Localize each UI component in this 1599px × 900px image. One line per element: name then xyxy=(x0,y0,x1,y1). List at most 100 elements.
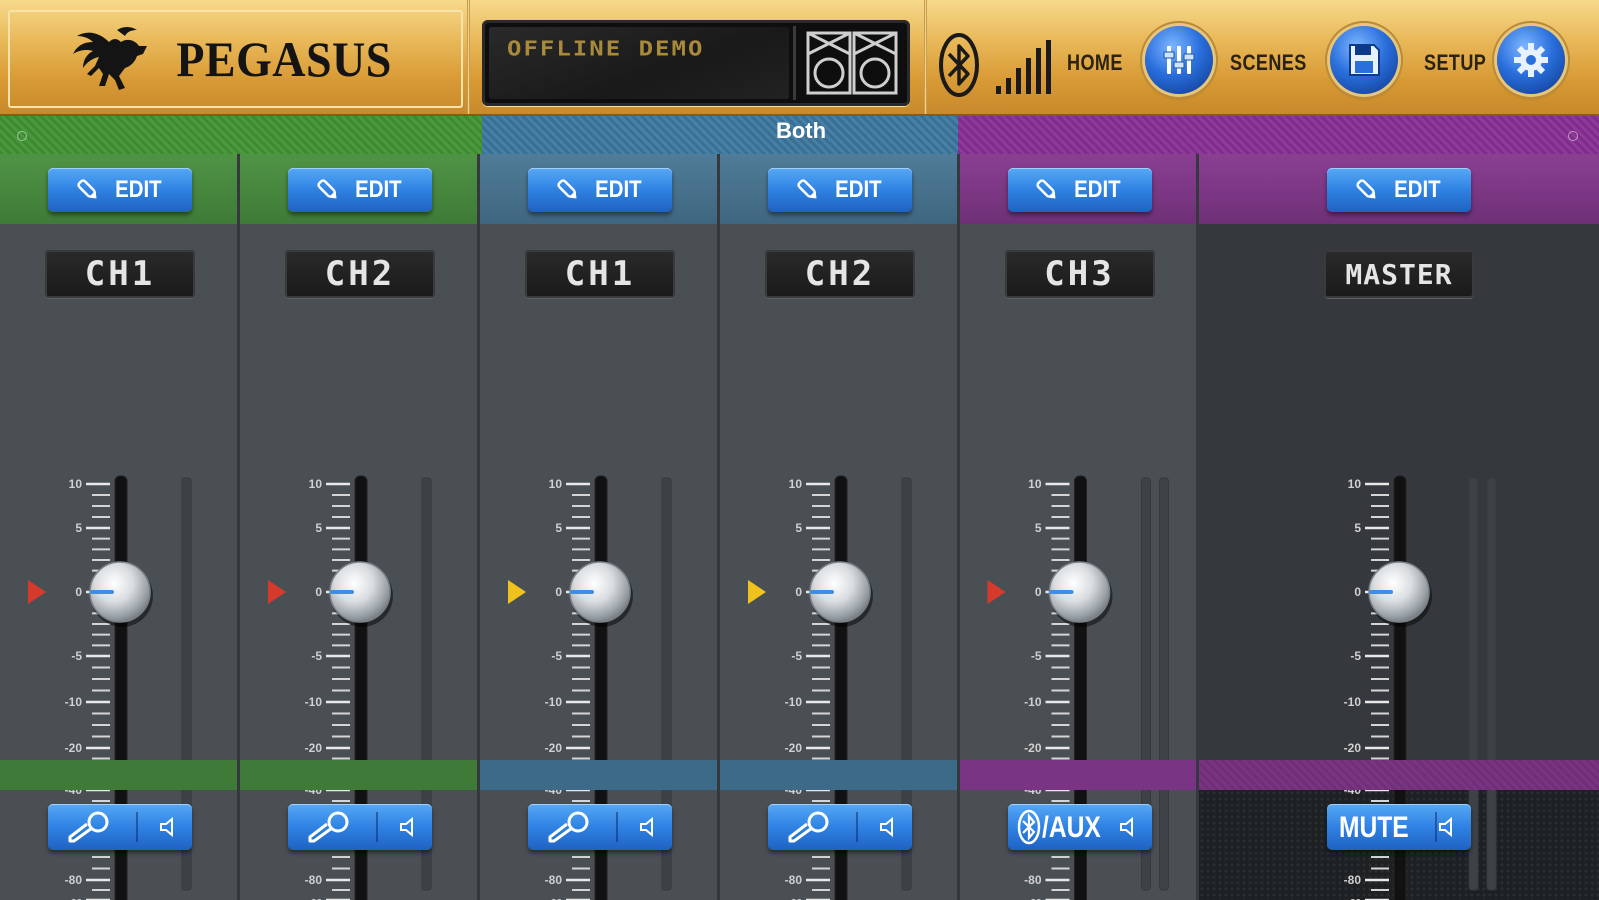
group-bar-blue[interactable] xyxy=(482,116,958,154)
brand-name: PEGASUS xyxy=(176,31,393,87)
scale-label: -10 xyxy=(545,695,563,709)
channel-group-band xyxy=(480,760,717,790)
scale-label: -oo xyxy=(308,896,322,900)
speaker-icon xyxy=(400,816,413,838)
channel-name: CH1 xyxy=(525,250,675,298)
scale-label: -10 xyxy=(65,695,83,709)
scale-label: 10 xyxy=(789,477,803,491)
fader-knob[interactable] xyxy=(89,561,153,627)
scale-label: 10 xyxy=(549,477,563,491)
group-bar-green[interactable] xyxy=(0,116,482,154)
unity-marker-icon xyxy=(987,580,1006,604)
scale-label: -oo xyxy=(788,896,802,900)
edit-button[interactable]: EDIT xyxy=(1327,168,1471,212)
scale-label: -oo xyxy=(68,896,82,900)
input-mode-button[interactable] xyxy=(288,804,432,850)
channel-name: CH1 xyxy=(45,250,195,298)
fader-knob[interactable] xyxy=(1368,561,1432,627)
channel-group-band xyxy=(1199,760,1599,790)
group-linked-label: Both xyxy=(775,118,827,143)
scale-label: -20 xyxy=(1344,741,1362,755)
channel-strip: EDITCH31050-5-10-20-40-60-80-oo/AUX xyxy=(960,154,1199,900)
scenes-button[interactable] xyxy=(1330,26,1398,94)
channel-group-band xyxy=(0,760,237,790)
mute-label: MUTE xyxy=(1339,811,1409,844)
scale-label: -80 xyxy=(1344,873,1362,887)
bluetooth-aux-button[interactable]: /AUX xyxy=(1007,804,1152,850)
mute-button[interactable]: MUTE xyxy=(1327,804,1471,850)
input-mode-button[interactable] xyxy=(528,804,672,850)
scale-label: 5 xyxy=(315,521,322,535)
group-dot xyxy=(1568,131,1578,141)
scale-label: -oo xyxy=(1347,896,1361,900)
scale-label: -5 xyxy=(71,649,82,663)
scale-label: -5 xyxy=(311,649,322,663)
edit-button[interactable]: EDIT xyxy=(528,168,672,212)
input-mode-button[interactable] xyxy=(768,804,912,850)
scale-label: -80 xyxy=(785,873,803,887)
scenes-label: SCENES xyxy=(1230,50,1307,75)
divider xyxy=(924,0,927,114)
fader-knob[interactable] xyxy=(809,561,873,627)
fader-knob[interactable] xyxy=(1048,561,1113,627)
scale-label: -10 xyxy=(785,695,803,709)
scale-label: -oo xyxy=(1028,896,1042,900)
scale-label: -20 xyxy=(545,741,563,755)
pegasus-logo-icon xyxy=(73,27,148,90)
home-button[interactable] xyxy=(1145,26,1213,94)
unity-marker-icon xyxy=(28,580,46,604)
channel-strip: EDITMASTER1050-5-10-20-40-60-80-ooMUTE xyxy=(1199,154,1599,900)
bluetooth-icon xyxy=(1017,809,1040,845)
channel-group-band xyxy=(240,760,477,790)
edit-button[interactable]: EDIT xyxy=(768,168,912,212)
edit-button[interactable]: EDIT xyxy=(1007,168,1152,212)
pencil-icon xyxy=(317,179,337,199)
home-label: HOME xyxy=(1067,50,1123,75)
pencil-icon xyxy=(1036,179,1056,199)
scale-label: -5 xyxy=(791,649,802,663)
scale-label: -5 xyxy=(1031,649,1042,663)
scale-label: 5 xyxy=(555,521,562,535)
edit-button[interactable]: EDIT xyxy=(48,168,192,212)
scale-label: -20 xyxy=(785,741,803,755)
edit-label: EDIT xyxy=(594,176,642,203)
setup-button[interactable] xyxy=(1497,26,1565,94)
faders-icon xyxy=(1163,46,1195,74)
unity-marker-icon xyxy=(268,580,286,604)
divider xyxy=(467,0,470,114)
microphone-icon xyxy=(68,811,109,843)
edit-label: EDIT xyxy=(354,176,402,203)
group-bar-purple[interactable] xyxy=(958,116,1599,154)
scale-label: -10 xyxy=(1024,695,1042,709)
status-display: Offline Demo xyxy=(482,20,910,106)
scale-label: 10 xyxy=(309,477,323,491)
fader-knob[interactable] xyxy=(329,561,393,627)
microphone-icon xyxy=(308,811,349,843)
channel-group-band xyxy=(960,760,1196,790)
setup-label: SETUP xyxy=(1424,50,1487,75)
scale-label: 5 xyxy=(795,521,802,535)
microphone-icon xyxy=(548,811,589,843)
brand-logo: PEGASUS xyxy=(8,10,463,108)
microphone-icon xyxy=(788,811,829,843)
scale-label: 0 xyxy=(795,585,802,599)
speaker-icon xyxy=(1119,816,1133,838)
pencil-icon xyxy=(77,179,97,199)
scale-label: 0 xyxy=(555,585,562,599)
scale-label: 0 xyxy=(1354,585,1361,599)
fader-knob[interactable] xyxy=(569,561,633,627)
edit-button[interactable]: EDIT xyxy=(288,168,432,212)
group-dot xyxy=(17,131,27,141)
scale-label: -oo xyxy=(548,896,562,900)
bluetooth-icon xyxy=(939,33,979,97)
status-screen: Offline Demo xyxy=(489,27,789,99)
pencil-icon xyxy=(557,179,577,199)
pencil-icon xyxy=(797,179,817,199)
speaker-icon xyxy=(1439,816,1452,838)
channel-strip: EDITCH21050-5-10-20-40-60-80-oo xyxy=(720,154,960,900)
scale-label: -10 xyxy=(1344,695,1362,709)
channel-name: CH2 xyxy=(285,250,435,298)
scale-label: 10 xyxy=(1348,477,1362,491)
input-mode-button[interactable] xyxy=(48,804,192,850)
edit-label: EDIT xyxy=(1393,176,1441,203)
